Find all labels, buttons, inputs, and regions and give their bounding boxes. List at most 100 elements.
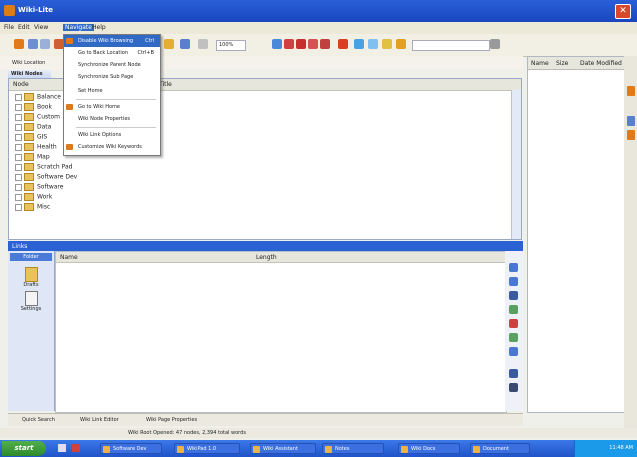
tree-node[interactable]: Software <box>15 183 63 192</box>
menu-item-wiki-home[interactable]: Go to Wiki Home <box>64 101 160 113</box>
links-list-header: Name Length <box>56 252 506 263</box>
tree-node[interactable]: Custom <box>15 113 60 122</box>
folder-icon <box>24 183 34 191</box>
menu-item-link-options[interactable]: Wiki Link Options <box>64 129 160 141</box>
tree-tab[interactable]: Wiki Nodes <box>8 70 51 78</box>
drafts-icon[interactable] <box>25 267 38 282</box>
check-icon[interactable] <box>509 305 518 314</box>
save-icon[interactable] <box>28 39 38 49</box>
column-length[interactable]: Length <box>256 254 277 261</box>
menu-item-node-properties[interactable]: Wiki Node Properties <box>64 113 160 125</box>
menu-item-customize-keywords[interactable]: Customize Wiki Keywords <box>64 141 160 153</box>
folder-tab[interactable]: Folder <box>10 253 52 261</box>
star-icon[interactable] <box>382 39 392 49</box>
clock[interactable]: 11:48 AM <box>609 445 633 451</box>
zoom-field[interactable]: 100% <box>216 40 246 51</box>
column-node[interactable]: Node <box>13 81 29 88</box>
lightbulb-icon[interactable] <box>396 39 406 49</box>
tree-scrollbar[interactable] <box>511 90 521 239</box>
move-up-icon[interactable] <box>509 291 518 300</box>
tree-node[interactable]: Data <box>15 123 51 132</box>
side-toolstrip <box>624 56 637 428</box>
taskbar-item[interactable]: Software Dev <box>100 443 162 454</box>
settings-icon[interactable] <box>25 291 38 306</box>
refresh-icon[interactable] <box>354 39 364 49</box>
column-name[interactable]: Name <box>531 60 549 67</box>
search-input[interactable] <box>412 40 490 51</box>
quicklaunch-icon[interactable] <box>72 444 80 452</box>
menu-navigate[interactable]: Navigate <box>63 24 94 31</box>
add-link-icon[interactable] <box>509 263 518 272</box>
links-panel-title: Links <box>12 243 28 250</box>
color-icon[interactable] <box>284 39 294 49</box>
taskbar-item[interactable]: Notes <box>322 443 384 454</box>
quicklaunch-icon[interactable] <box>58 444 66 452</box>
menu-item-set-home[interactable]: Set Home <box>64 85 160 97</box>
taskbar: start Software Dev WikiPad 1.0 Wiki Assi… <box>0 440 637 457</box>
refresh-links-icon[interactable] <box>509 333 518 342</box>
menu-separator <box>76 127 156 128</box>
home-icon <box>66 104 73 110</box>
start-button[interactable]: start <box>2 441 46 456</box>
tab-wiki-link-editor[interactable]: Wiki Link Editor <box>80 417 119 423</box>
menu-help[interactable]: Help <box>92 24 106 31</box>
bookmark-icon[interactable] <box>164 39 174 49</box>
taskbar-item[interactable]: Wiki Docs <box>398 443 460 454</box>
export-icon[interactable] <box>509 383 518 392</box>
zoom-icon[interactable] <box>198 39 208 49</box>
properties-icon[interactable] <box>509 347 518 356</box>
tree-node[interactable]: Misc <box>15 203 50 212</box>
folder-icon <box>24 153 34 161</box>
menu-item-sync-parent[interactable]: Synchronize Parent Node <box>64 59 160 71</box>
taskbar-item[interactable]: WikiPad 1.0 <box>174 443 240 454</box>
tree-node[interactable]: Balance <box>15 93 61 102</box>
nav-item-drafts[interactable]: Drafts <box>8 282 54 288</box>
column-link-name[interactable]: Name <box>60 254 78 261</box>
nav-item-settings[interactable]: Settings <box>8 306 54 312</box>
flag-icon[interactable] <box>308 39 318 49</box>
bottom-tabs: Quick Search Wiki Link Editor Wiki Page … <box>8 413 523 426</box>
delete-icon[interactable] <box>509 319 518 328</box>
tree-node[interactable]: Work <box>15 193 52 202</box>
tool-icon[interactable] <box>627 130 635 140</box>
tool-icon[interactable] <box>627 116 635 126</box>
web-icon[interactable] <box>368 39 378 49</box>
menu-view[interactable]: View <box>34 24 48 31</box>
tool-icon[interactable] <box>627 86 635 96</box>
tab-quick-search[interactable]: Quick Search <box>22 417 55 423</box>
open-icon[interactable] <box>40 39 50 49</box>
tab-wiki-page-properties[interactable]: Wiki Page Properties <box>146 417 197 423</box>
system-tray: 11:48 AM <box>574 440 637 457</box>
folder-icon <box>24 163 34 171</box>
menu-edit[interactable]: Edit <box>18 24 30 31</box>
location-label: Wiki Location <box>12 60 46 66</box>
new-page-icon[interactable] <box>14 39 24 49</box>
menu-item-disable-wiki-browsing[interactable]: Disable Wiki Browsing Ctrl <box>64 35 160 47</box>
tree-node[interactable]: Scratch Pad <box>15 163 72 172</box>
stop-icon[interactable] <box>320 39 330 49</box>
pin-icon[interactable] <box>509 369 518 378</box>
column-size[interactable]: Size <box>556 60 568 67</box>
wiki-icon[interactable] <box>338 39 348 49</box>
tree-node[interactable]: GIS <box>15 133 47 142</box>
column-date[interactable]: Date Modified <box>580 60 622 67</box>
highlight-icon[interactable] <box>296 39 306 49</box>
file-list-header: Name Size Date Modified <box>528 57 624 70</box>
edit-link-icon[interactable] <box>509 277 518 286</box>
menu-item-back-location[interactable]: Go to Back Location Ctrl+B <box>64 47 160 59</box>
menu-file[interactable]: File <box>4 24 14 31</box>
menu-separator <box>76 99 156 100</box>
link-icon[interactable] <box>180 39 190 49</box>
bold-icon[interactable] <box>272 39 282 49</box>
links-side-buttons <box>505 251 523 411</box>
menu-item-sync-subpage[interactable]: Synchronize Sub Page <box>64 71 160 83</box>
tree-node[interactable]: Health <box>15 143 57 152</box>
tree-node[interactable]: Map <box>15 153 50 162</box>
close-window-button[interactable]: ✕ <box>615 4 631 19</box>
links-panel-header: Links <box>8 241 523 251</box>
tree-node[interactable]: Software Dev <box>15 173 77 182</box>
taskbar-item[interactable]: Document <box>470 443 530 454</box>
taskbar-item[interactable]: Wiki Assistant <box>250 443 316 454</box>
search-go-icon[interactable] <box>490 39 500 49</box>
tree-node[interactable]: Book <box>15 103 52 112</box>
